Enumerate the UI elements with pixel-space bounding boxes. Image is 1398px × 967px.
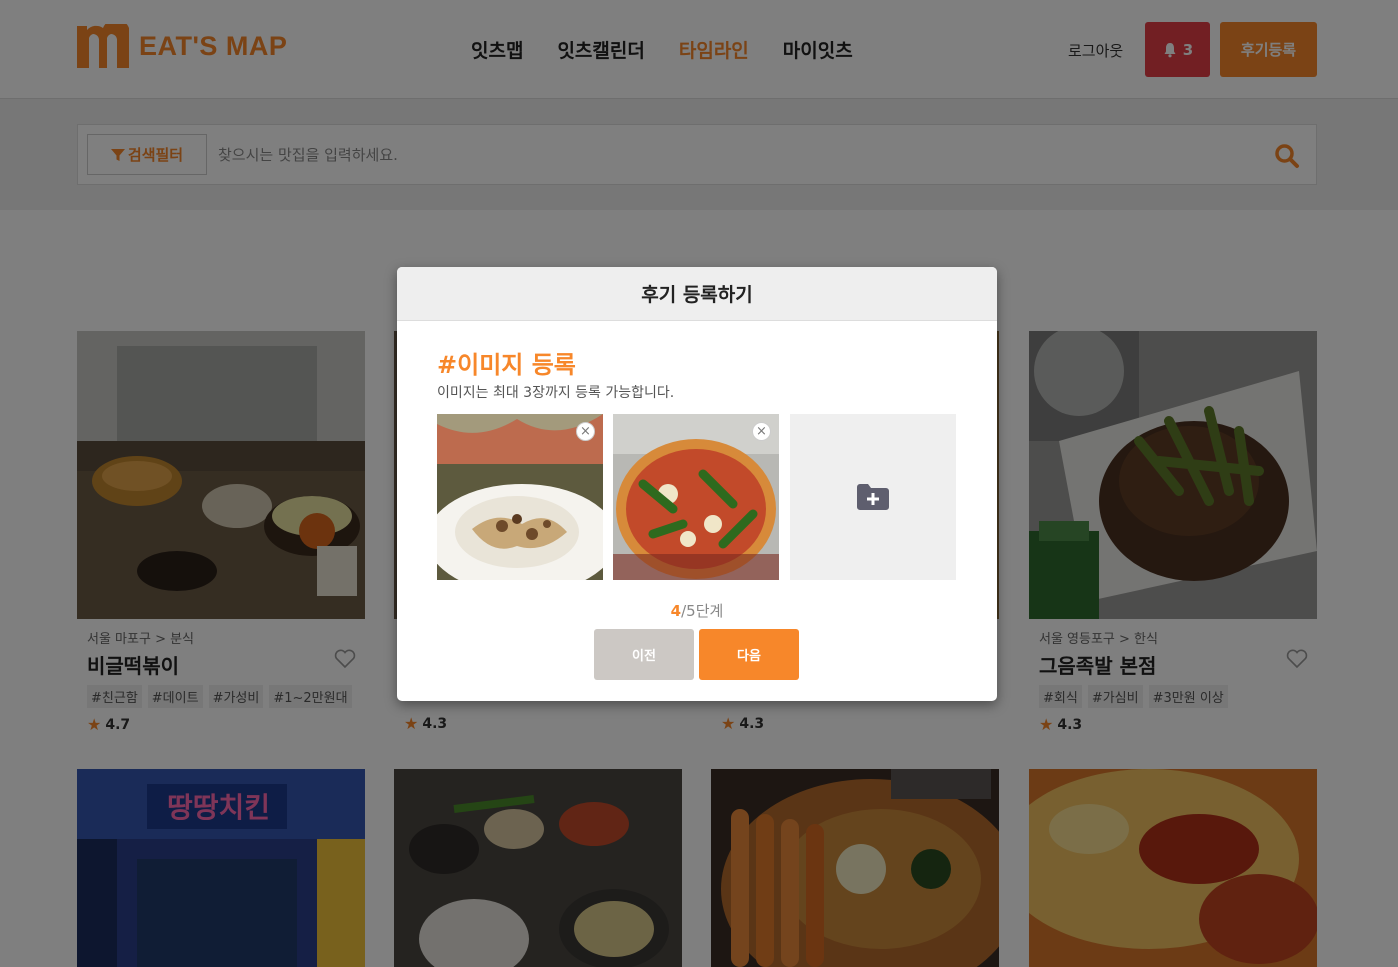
remove-image-button[interactable]: × — [752, 422, 771, 441]
step-rest: /5단계 — [681, 602, 724, 620]
review-modal: 후기 등록하기 #이미지 등록 이미지는 최대 3장까지 등록 가능합니다. × — [397, 267, 997, 701]
step-current: 4 — [670, 602, 682, 620]
modal-title: 후기 등록하기 — [397, 267, 997, 321]
uploaded-image-thumbnail[interactable]: × — [613, 414, 779, 580]
step-indicator: 4/5단계 — [397, 600, 997, 621]
folder-plus-icon — [857, 484, 889, 510]
next-button[interactable]: 다음 — [699, 629, 799, 680]
remove-image-button[interactable]: × — [576, 422, 595, 441]
step-description: 이미지는 최대 3장까지 등록 가능합니다. — [437, 385, 675, 401]
uploaded-image-thumbnail[interactable]: × — [437, 414, 603, 580]
prev-button[interactable]: 이전 — [594, 629, 694, 680]
step-title: #이미지 등록 — [437, 351, 576, 379]
add-image-button[interactable] — [790, 414, 956, 580]
